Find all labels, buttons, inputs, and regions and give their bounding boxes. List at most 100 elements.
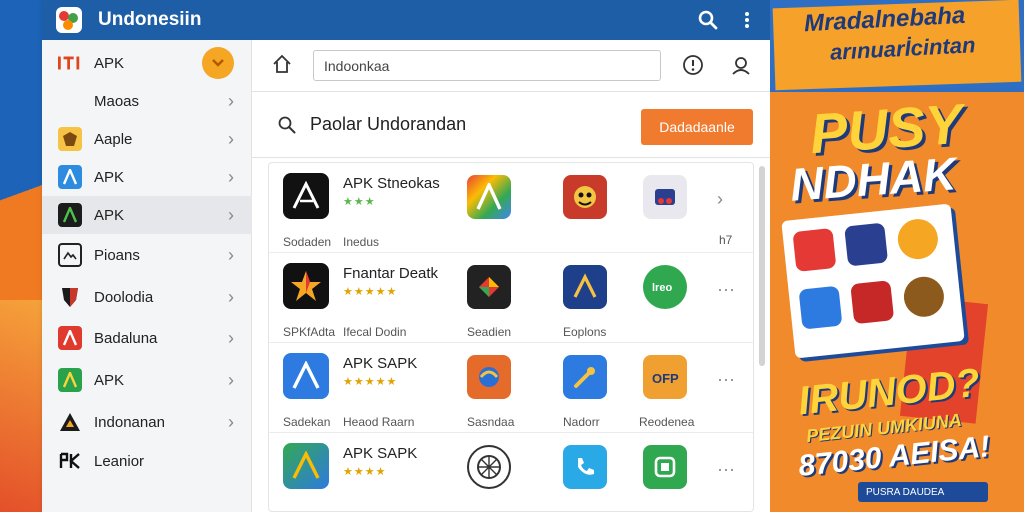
search-icon[interactable] xyxy=(698,10,718,30)
sidebar-item-pioans[interactable]: Pioans › xyxy=(42,236,252,274)
phone-icon[interactable] xyxy=(563,445,607,489)
search-bar: Paolar Undorandan Dadadaanle xyxy=(252,92,770,158)
a-letter-icon xyxy=(58,410,82,434)
chat-icon[interactable] xyxy=(643,445,687,489)
toolbar xyxy=(252,40,770,92)
promo-title-2: NDHAK xyxy=(788,147,958,211)
chevron-right-icon: › xyxy=(228,244,234,265)
sidebar-item-label: Maoas xyxy=(94,92,140,110)
address-input[interactable] xyxy=(313,50,661,81)
a-letter-icon xyxy=(58,326,82,350)
sidebar-item-label: APK xyxy=(94,168,125,186)
pk-logo-icon xyxy=(58,449,82,473)
app-caption: Nadorr xyxy=(563,415,600,429)
sidebar-item-indonanan[interactable]: Indonanan › xyxy=(42,403,252,441)
rating-stars: ★★★★★ xyxy=(343,376,398,388)
promo-banner: Mradalnebaha arınuarİcintan PUSY NDHAK I… xyxy=(770,0,1024,512)
sidebar-item-leanior[interactable]: Leanior xyxy=(42,442,252,480)
a-letter-icon xyxy=(58,165,82,189)
app-tile-icon xyxy=(895,217,940,262)
badge-icon[interactable] xyxy=(643,175,687,219)
sidebar: APK Maoas › Aaple › APK › APK › Pioans ›… xyxy=(42,40,252,512)
scrollbar[interactable] xyxy=(759,166,765,366)
sidebar-item-label: Leanior xyxy=(94,452,145,470)
wheel-icon[interactable] xyxy=(467,445,511,489)
svg-text:OFP: OFP xyxy=(652,371,679,386)
main-content: Paolar Undorandan Dadadaanle APK Stneoka… xyxy=(252,40,770,512)
crest-icon xyxy=(58,127,82,151)
app-caption: Reodenea xyxy=(639,415,695,429)
app-caption: Sasndaa xyxy=(467,415,515,429)
sidebar-item-label: Pioans xyxy=(94,246,140,264)
app-tile-icon xyxy=(901,274,946,319)
download-button[interactable]: Dadadaanle xyxy=(641,109,753,145)
chevron-right-icon[interactable]: › xyxy=(717,189,723,210)
chevron-right-icon: › xyxy=(228,411,234,432)
app-title: Undonesiin xyxy=(98,9,202,30)
a-letter-icon xyxy=(283,173,329,219)
sidebar-item-label: Aaple xyxy=(94,130,133,148)
more-vert-icon[interactable] xyxy=(744,11,750,29)
more-horiz-icon[interactable]: ··· xyxy=(717,369,735,390)
app-caption: Heaod Raarn xyxy=(343,415,415,429)
chevron-right-icon: › xyxy=(228,327,234,348)
chevron-right-icon: › xyxy=(228,204,234,225)
list-item[interactable]: APK SAPK ★★★★ ··· xyxy=(269,433,753,511)
app-caption: Sodaden xyxy=(283,235,332,249)
account-icon[interactable] xyxy=(730,54,752,81)
app-caption: Ifecal Dodin xyxy=(343,325,407,339)
more-horiz-icon[interactable]: ··· xyxy=(717,459,735,480)
more-horiz-icon[interactable]: ··· xyxy=(717,279,735,300)
cube-icon[interactable] xyxy=(467,265,511,309)
apk-logo-icon xyxy=(58,51,82,75)
promo-footer-badge: PUSRA DAUDEA xyxy=(858,482,988,502)
a-letter-icon[interactable] xyxy=(467,175,511,219)
a-letter-icon xyxy=(58,203,82,227)
svg-text:lreo: lreo xyxy=(652,282,672,294)
app-caption: Seadien xyxy=(467,325,512,339)
app-list: APK Stneokas ★★★ › Sodaden Inedus h7 Fna… xyxy=(268,162,754,512)
app-caption: SPKfAdta xyxy=(283,325,336,339)
app-tile-icon xyxy=(850,280,895,325)
swirl-icon[interactable] xyxy=(467,355,511,399)
a-letter-icon xyxy=(283,353,329,399)
app-title: APK SAPK xyxy=(343,355,418,372)
sidebar-item-apk-2[interactable]: APK › xyxy=(42,158,252,196)
home-icon[interactable] xyxy=(272,54,292,79)
wrench-icon[interactable] xyxy=(563,355,607,399)
sidebar-item-maoas[interactable]: Maoas › xyxy=(42,82,252,120)
app-title: APK SAPK xyxy=(343,445,418,462)
sidebar-item-label: APK xyxy=(94,206,125,224)
image-icon xyxy=(58,243,82,267)
sidebar-item-badaluna[interactable]: Badaluna › xyxy=(42,319,252,357)
search-query[interactable]: Paolar Undorandan xyxy=(310,114,466,135)
rating-stars: ★★★ xyxy=(343,196,376,208)
sidebar-item-apk-4[interactable]: APK › xyxy=(42,361,252,399)
sidebar-item-aaple[interactable]: Aaple › xyxy=(42,120,252,158)
left-decorative-strip xyxy=(0,0,42,512)
app-tile-icon xyxy=(792,227,837,272)
list-item[interactable]: APK SAPK ★★★★★ OFP ··· Sadekan Heaod Raa… xyxy=(269,343,753,433)
sidebar-item-apk-3[interactable]: APK › xyxy=(42,196,252,234)
sidebar-item-apk-1[interactable]: APK xyxy=(42,44,252,82)
list-item[interactable]: Fnantar Deatk ★★★★★ lreo ··· SPKfAdta If… xyxy=(269,253,753,343)
circle-logo-icon[interactable]: lreo xyxy=(643,265,687,309)
app-logo-icon xyxy=(56,7,82,33)
sidebar-item-doolodia[interactable]: Doolodia › xyxy=(42,278,252,316)
help-badge-icon[interactable] xyxy=(202,47,234,79)
a-letter-icon[interactable] xyxy=(563,265,607,309)
app-window: Undonesiin APK Maoas › Aaple › APK › APK… xyxy=(42,0,770,512)
chevron-right-icon: › xyxy=(228,128,234,149)
chevron-right-icon: › xyxy=(228,166,234,187)
list-item[interactable]: APK Stneokas ★★★ › Sodaden Inedus h7 xyxy=(269,163,753,253)
sidebar-item-label: Badaluna xyxy=(94,329,158,347)
mascot-icon[interactable] xyxy=(563,175,607,219)
chevron-right-icon: › xyxy=(228,90,234,111)
chevron-right-icon: › xyxy=(228,369,234,390)
sidebar-item-label: APK xyxy=(94,54,125,72)
search-icon[interactable] xyxy=(278,116,296,139)
info-icon[interactable] xyxy=(682,54,704,81)
app-caption: Sadekan xyxy=(283,415,331,429)
tag-icon[interactable]: OFP xyxy=(643,355,687,399)
rating-stars: ★★★★★ xyxy=(343,286,398,298)
